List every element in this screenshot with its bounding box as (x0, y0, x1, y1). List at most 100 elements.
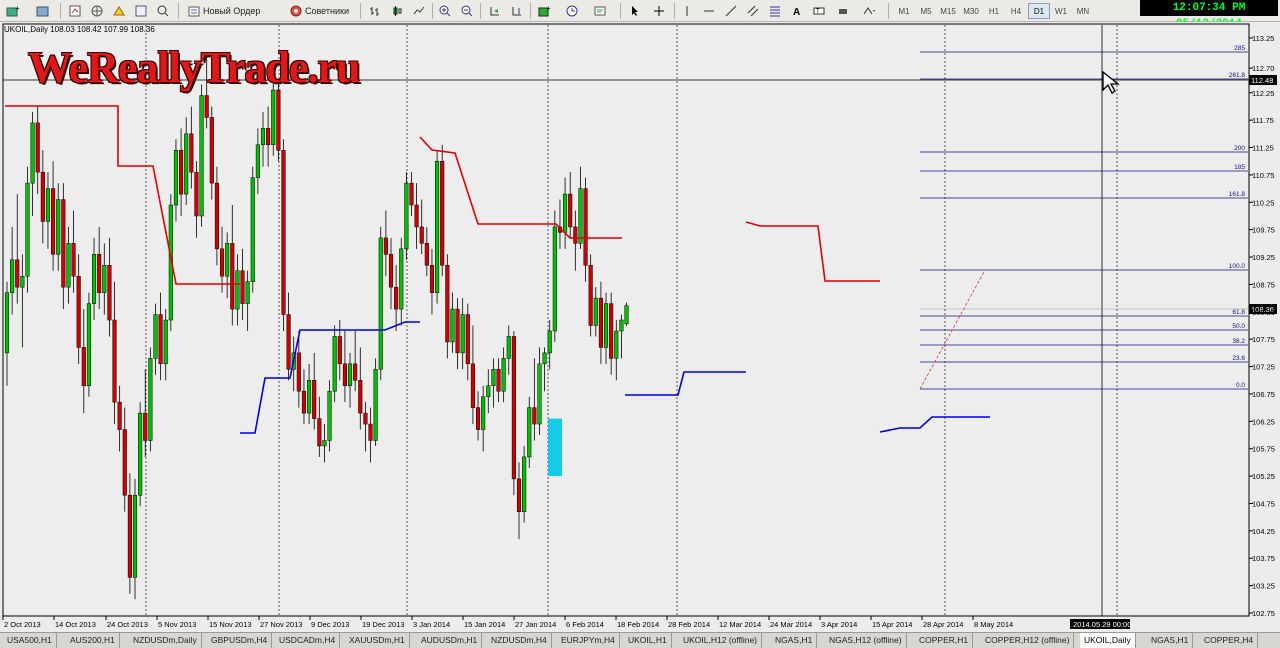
candle-body (245, 281, 250, 304)
candle-body (563, 193, 568, 233)
candlestick-icon[interactable] (388, 3, 406, 19)
chart-tab[interactable]: GBPUSDm,H4 (207, 633, 273, 648)
candle-body (10, 259, 15, 293)
line-chart-icon[interactable] (410, 3, 428, 19)
candle-body (307, 380, 312, 414)
cursor-icon[interactable] (626, 3, 644, 19)
price-tick-label: 109.25 (1252, 253, 1275, 262)
watermark-logo: WeReallyTrade.ru (28, 43, 360, 92)
chart-tab[interactable]: UKOIL,H1 (624, 633, 672, 648)
price-tick-label: 105.25 (1252, 472, 1275, 481)
new-order-button[interactable]: Новый Ордер (184, 3, 264, 19)
auto-scroll-icon[interactable] (486, 3, 504, 19)
data-window-icon[interactable] (154, 3, 172, 19)
expert-advisors-button[interactable]: Советники (286, 3, 353, 19)
candle-body (132, 495, 138, 578)
chart-tab[interactable]: EURJPYm,H4 (557, 633, 620, 648)
chart-tab[interactable]: NGAS,H12 (offline) (825, 633, 907, 648)
arrows-tool-icon[interactable] (834, 3, 852, 19)
trendline-icon[interactable] (722, 3, 740, 19)
candle-body (552, 226, 557, 332)
indicators-icon[interactable]: + (536, 3, 554, 19)
candle-body (481, 396, 486, 430)
candle-body (184, 133, 189, 195)
date-tick-label: 3 Jan 2014 (413, 620, 450, 629)
candle-body (568, 193, 573, 228)
chart-tab[interactable]: XAUUSDm,H1 (345, 633, 410, 648)
chart-tab[interactable]: NZDUSDm,Daily (129, 633, 202, 648)
chart-tab[interactable]: UKOIL,Daily (1080, 633, 1136, 648)
candle-body (163, 319, 168, 365)
candle-body (199, 95, 204, 217)
candle-body (460, 314, 465, 354)
vertical-line-icon[interactable] (678, 3, 696, 19)
chart-tab[interactable]: COPPER,H4 (1200, 633, 1259, 648)
candle-body (281, 150, 286, 315)
candle-body (97, 254, 102, 293)
timeframe-w1[interactable]: W1 (1050, 3, 1072, 19)
chart-tab[interactable]: NGAS,H1 (771, 633, 818, 648)
templates-icon[interactable] (592, 3, 610, 19)
chart-tab[interactable]: USA500,H1 (3, 633, 57, 648)
chart-tab[interactable]: COPPER,H1 (915, 633, 974, 648)
candle-body (15, 259, 20, 288)
timeframe-m5[interactable]: M5 (915, 3, 937, 19)
label-tool-icon[interactable]: T (810, 3, 828, 19)
candle-body (424, 243, 429, 266)
price-tick-label: 106.75 (1252, 390, 1275, 399)
candle-body (486, 385, 491, 397)
zoom-in-icon[interactable] (436, 3, 454, 19)
shapes-dropdown-icon[interactable] (860, 3, 878, 19)
crosshair-icon[interactable] (650, 3, 668, 19)
candle-body (214, 182, 219, 250)
zoom-out-icon[interactable] (458, 3, 476, 19)
bar-chart-icon[interactable] (366, 3, 384, 19)
fib-level-label: 285 (1234, 45, 1245, 52)
candle-body (399, 248, 404, 310)
chart-tab[interactable]: NZDUSDm,H4 (487, 633, 552, 648)
terminal-icon[interactable] (110, 3, 128, 19)
tester-icon[interactable] (132, 3, 150, 19)
chart-tab[interactable]: AUDUSDm,H1 (417, 633, 483, 648)
main-toolbar: + Новый Ордер Советники + A T M1 M5 M15 … (0, 0, 1280, 30)
candle-body (368, 423, 373, 441)
timeframe-d1[interactable]: D1 (1028, 3, 1050, 19)
candle-body (301, 390, 307, 414)
chart-tab[interactable]: USDCADm,H4 (275, 633, 341, 648)
fib-level-label: 0.0 (1236, 382, 1245, 389)
timeframe-m1[interactable]: M1 (893, 3, 915, 19)
chart-tab[interactable]: NGAS,H1 (1147, 633, 1194, 648)
candle-body (491, 369, 496, 386)
chart-symbol-info: UKOIL,Daily 108.03 108.42 107.99 108.36 (4, 25, 155, 34)
text-tool-icon[interactable]: A (788, 3, 806, 19)
horizontal-line-icon[interactable] (700, 3, 718, 19)
chart-shift-icon[interactable] (508, 3, 526, 19)
market-watch-icon[interactable] (66, 3, 84, 19)
date-tick-label: 28 Apr 2014 (923, 620, 963, 629)
chart-tab[interactable]: UKOIL,H12 (offline) (679, 633, 763, 648)
fibonacci-icon[interactable] (766, 3, 784, 19)
new-chart-icon[interactable]: + (4, 3, 22, 19)
price-chart[interactable]: 285 261.8 200 185 161.8 100.0 61.8 50.0 38.2 23.6… (0, 22, 1280, 632)
candle-body (603, 303, 609, 348)
candle-body (419, 226, 424, 244)
date-tick-label: 28 Feb 2014 (668, 620, 710, 629)
timeframe-m15[interactable]: M15 (937, 3, 959, 19)
candle-body (86, 303, 91, 386)
chart-tab[interactable]: AUS200,H1 (66, 633, 120, 648)
candle-body (76, 275, 81, 348)
candle-body (532, 407, 537, 425)
candle-body (56, 199, 61, 255)
chart-tab[interactable]: COPPER,H12 (offline) (981, 633, 1075, 648)
timeframe-m30[interactable]: M30 (960, 3, 982, 19)
navigator-icon[interactable] (88, 3, 106, 19)
profiles-icon[interactable] (34, 3, 52, 19)
channel-icon[interactable] (744, 3, 762, 19)
candle-body (619, 319, 624, 332)
candle-body (429, 265, 435, 293)
periods-icon[interactable] (564, 3, 582, 19)
candle-body (30, 122, 35, 184)
timeframe-mn[interactable]: MN (1072, 3, 1094, 19)
timeframe-h1[interactable]: H1 (983, 3, 1005, 19)
timeframe-h4[interactable]: H4 (1005, 3, 1027, 19)
